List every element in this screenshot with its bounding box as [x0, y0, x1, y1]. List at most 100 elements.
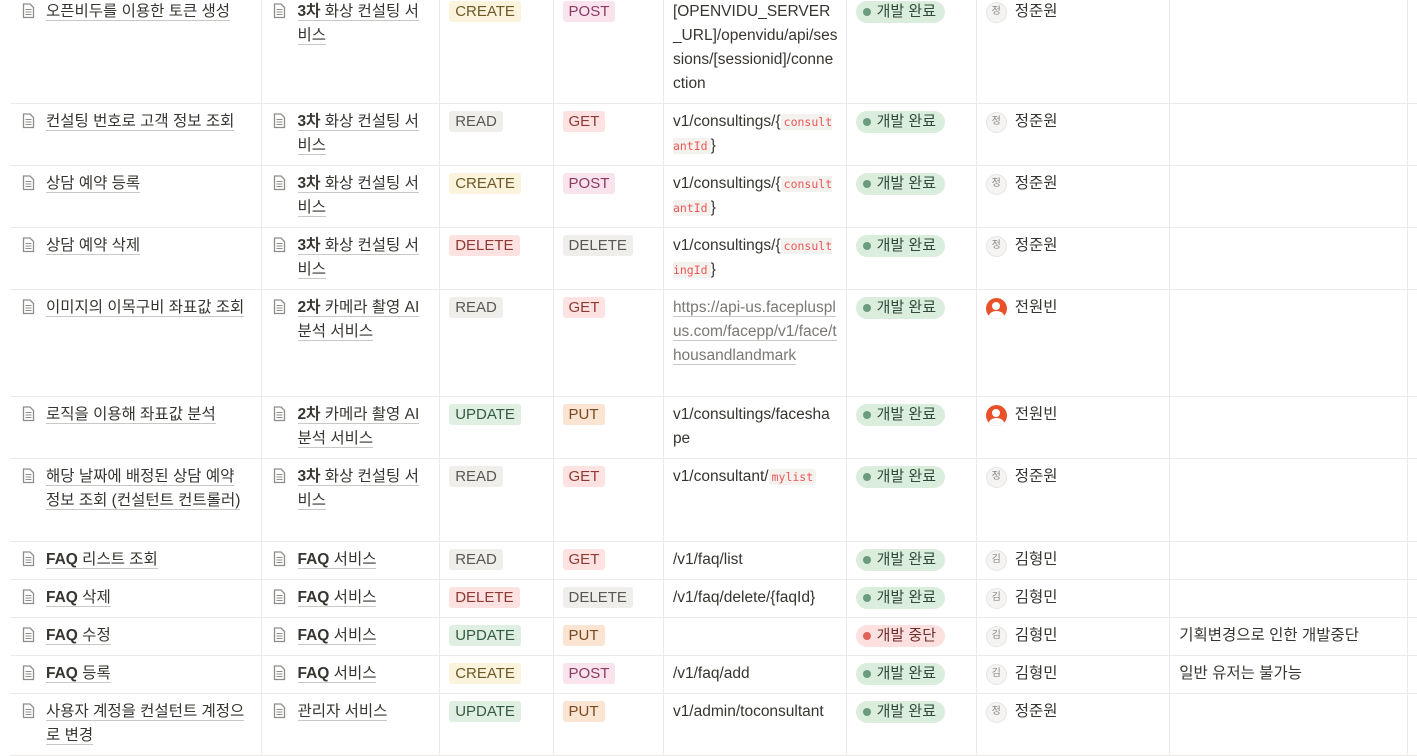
assignee[interactable]: 정 정준원 — [985, 700, 1162, 724]
crud-cell[interactable]: UPDATE — [439, 617, 554, 656]
table-row[interactable]: 오픈비두를 이용한 토큰 생성 3차 화상 컨설팅 서비스 CREATE POST [O… — [10, 0, 1417, 104]
assignee[interactable]: 정 정준원 — [985, 465, 1162, 489]
api-name[interactable]: FAQ 삭제 — [46, 589, 111, 607]
url-cell[interactable] — [663, 617, 847, 656]
method-cell[interactable]: GET — [553, 103, 664, 166]
service-link[interactable]: 3차 화상 컨설팅 서비스 — [297, 468, 419, 510]
url-cell[interactable]: https://api-us.faceplusplus.com/facepp/v… — [663, 289, 847, 397]
service-link[interactable]: FAQ 서비스 — [297, 589, 377, 607]
assignee[interactable]: 정 정준원 — [985, 0, 1162, 24]
status-cell[interactable]: 개발 완료 — [846, 693, 977, 756]
service-cell[interactable]: 관리자 서비스 — [261, 693, 441, 756]
table-row[interactable]: FAQ 등록 FAQ 서비스 CREATE POST/v1/faq/add 개발 완료 김… — [10, 655, 1417, 694]
crud-cell[interactable]: CREATE — [439, 655, 554, 694]
api-name-cell[interactable]: 상담 예약 등록 — [10, 165, 262, 228]
crud-cell[interactable]: READ — [439, 458, 554, 542]
url-link[interactable]: https://api-us.faceplusplus.com/facepp/v… — [672, 299, 837, 365]
assignee-cell[interactable]: 정 정준원 — [976, 458, 1171, 542]
method-cell[interactable]: PUT — [553, 617, 664, 656]
status-cell[interactable]: 개발 완료 — [846, 0, 977, 104]
service-link[interactable]: 3차 화상 컨설팅 서비스 — [297, 3, 419, 45]
service-cell[interactable]: 3차 화상 컨설팅 서비스 — [261, 103, 441, 166]
method-cell[interactable]: POST — [553, 0, 664, 104]
service-link[interactable]: FAQ 서비스 — [297, 551, 377, 569]
crud-cell[interactable]: READ — [439, 289, 554, 397]
api-name[interactable]: FAQ 리스트 조회 — [46, 551, 158, 569]
service-cell[interactable]: 3차 화상 컨설팅 서비스 — [261, 165, 441, 228]
assignee-cell[interactable]: 전원빈 — [976, 396, 1171, 459]
url-cell[interactable]: v1/consultings/faceshape — [663, 396, 847, 459]
service-link[interactable]: 관리자 서비스 — [297, 703, 388, 721]
status-cell[interactable]: 개발 완료 — [846, 458, 977, 542]
assignee[interactable]: 김 김형민 — [985, 624, 1162, 648]
assignee[interactable]: 김 김형민 — [985, 586, 1162, 610]
api-name[interactable]: FAQ 수정 — [46, 627, 111, 645]
crud-cell[interactable]: CREATE — [439, 0, 554, 104]
crud-cell[interactable]: DELETE — [439, 227, 554, 290]
assignee-cell[interactable]: 김 김형민 — [976, 541, 1171, 580]
url-cell[interactable]: v1/consultings/{consultantId} — [663, 165, 847, 228]
assignee-cell[interactable]: 정 정준원 — [976, 103, 1171, 166]
note-cell[interactable] — [1169, 458, 1408, 542]
api-name[interactable]: 해당 날짜에 배정된 상담 예약 정보 조회 (컨설턴트 컨트롤러) — [46, 468, 241, 510]
assignee-cell[interactable]: 정 정준원 — [976, 165, 1171, 228]
crud-cell[interactable]: READ — [439, 541, 554, 580]
note-cell[interactable]: 일반 유저는 불가능 — [1169, 655, 1408, 694]
url-cell[interactable]: v1/admin/toconsultant — [663, 693, 847, 756]
table-row[interactable]: 상담 예약 등록 3차 화상 컨설팅 서비스 CREATE POST v1/consul… — [10, 165, 1417, 228]
service-cell[interactable]: 2차 카메라 촬영 AI 분석 서비스 — [261, 396, 441, 459]
url-cell[interactable]: [OPENVIDU_SERVER_URL]/openvidu/api/sessi… — [663, 0, 847, 104]
note-cell[interactable] — [1169, 103, 1408, 166]
url-cell[interactable]: /v1/faq/add — [663, 655, 847, 694]
service-cell[interactable]: FAQ 서비스 — [261, 541, 441, 580]
status-cell[interactable]: 개발 완료 — [846, 396, 977, 459]
note-cell[interactable] — [1169, 289, 1408, 397]
api-name-cell[interactable]: 오픈비두를 이용한 토큰 생성 — [10, 0, 262, 104]
api-name[interactable]: 상담 예약 등록 — [46, 175, 141, 193]
api-name[interactable]: 컨설팅 번호로 고객 정보 조회 — [46, 113, 235, 131]
method-cell[interactable]: PUT — [553, 396, 664, 459]
service-link[interactable]: 2차 카메라 촬영 AI 분석 서비스 — [297, 299, 420, 341]
status-cell[interactable]: 개발 완료 — [846, 541, 977, 580]
note-cell[interactable] — [1169, 693, 1408, 756]
api-name-cell[interactable]: 컨설팅 번호로 고객 정보 조회 — [10, 103, 262, 166]
assignee[interactable]: 전원빈 — [985, 403, 1162, 427]
assignee[interactable]: 전원빈 — [985, 296, 1162, 320]
service-link[interactable]: 3차 화상 컨설팅 서비스 — [297, 175, 419, 217]
assignee-cell[interactable]: 김 김형민 — [976, 617, 1171, 656]
status-cell[interactable]: 개발 완료 — [846, 289, 977, 397]
table-row[interactable]: 컨설팅 번호로 고객 정보 조회 3차 화상 컨설팅 서비스 READ GET v1/c… — [10, 103, 1417, 166]
crud-cell[interactable]: UPDATE — [439, 693, 554, 756]
api-name[interactable]: FAQ 등록 — [46, 665, 111, 683]
assignee[interactable]: 정 정준원 — [985, 234, 1162, 258]
crud-cell[interactable]: CREATE — [439, 165, 554, 228]
note-cell[interactable] — [1169, 165, 1408, 228]
method-cell[interactable]: PUT — [553, 693, 664, 756]
service-cell[interactable]: 3차 화상 컨설팅 서비스 — [261, 0, 441, 104]
api-name-cell[interactable]: 해당 날짜에 배정된 상담 예약 정보 조회 (컨설턴트 컨트롤러) — [10, 458, 262, 542]
status-cell[interactable]: 개발 중단 — [846, 617, 977, 656]
assignee[interactable]: 정 정준원 — [985, 110, 1162, 134]
service-link[interactable]: FAQ 서비스 — [297, 627, 377, 645]
note-cell[interactable] — [1169, 541, 1408, 580]
status-cell[interactable]: 개발 완료 — [846, 579, 977, 618]
status-cell[interactable]: 개발 완료 — [846, 165, 977, 228]
table-row[interactable]: FAQ 리스트 조회 FAQ 서비스 READ GET/v1/faq/list 개발 완… — [10, 541, 1417, 580]
status-cell[interactable]: 개발 완료 — [846, 227, 977, 290]
method-cell[interactable]: GET — [553, 289, 664, 397]
assignee-cell[interactable]: 정 정준원 — [976, 693, 1171, 756]
note-cell[interactable] — [1169, 227, 1408, 290]
crud-cell[interactable]: READ — [439, 103, 554, 166]
assignee-cell[interactable]: 전원빈 — [976, 289, 1171, 397]
service-cell[interactable]: 3차 화상 컨설팅 서비스 — [261, 227, 441, 290]
service-link[interactable]: 3차 화상 컨설팅 서비스 — [297, 237, 419, 279]
status-cell[interactable]: 개발 완료 — [846, 103, 977, 166]
url-cell[interactable]: v1/consultings/{consultantId} — [663, 103, 847, 166]
method-cell[interactable]: GET — [553, 458, 664, 542]
table-row[interactable]: 사용자 계정을 컨설턴트 계정으로 변경 관리자 서비스 UPDATE PUT v1/a… — [10, 693, 1417, 756]
crud-cell[interactable]: DELETE — [439, 579, 554, 618]
assignee-cell[interactable]: 김 김형민 — [976, 579, 1171, 618]
table-row[interactable]: FAQ 수정 FAQ 서비스 UPDATE PUT 개발 중단 김 김형민 기획변경으로 인한… — [10, 617, 1417, 656]
url-cell[interactable]: v1/consultant/mylist — [663, 458, 847, 542]
api-name[interactable]: 로직을 이용해 좌표값 분석 — [46, 406, 216, 424]
